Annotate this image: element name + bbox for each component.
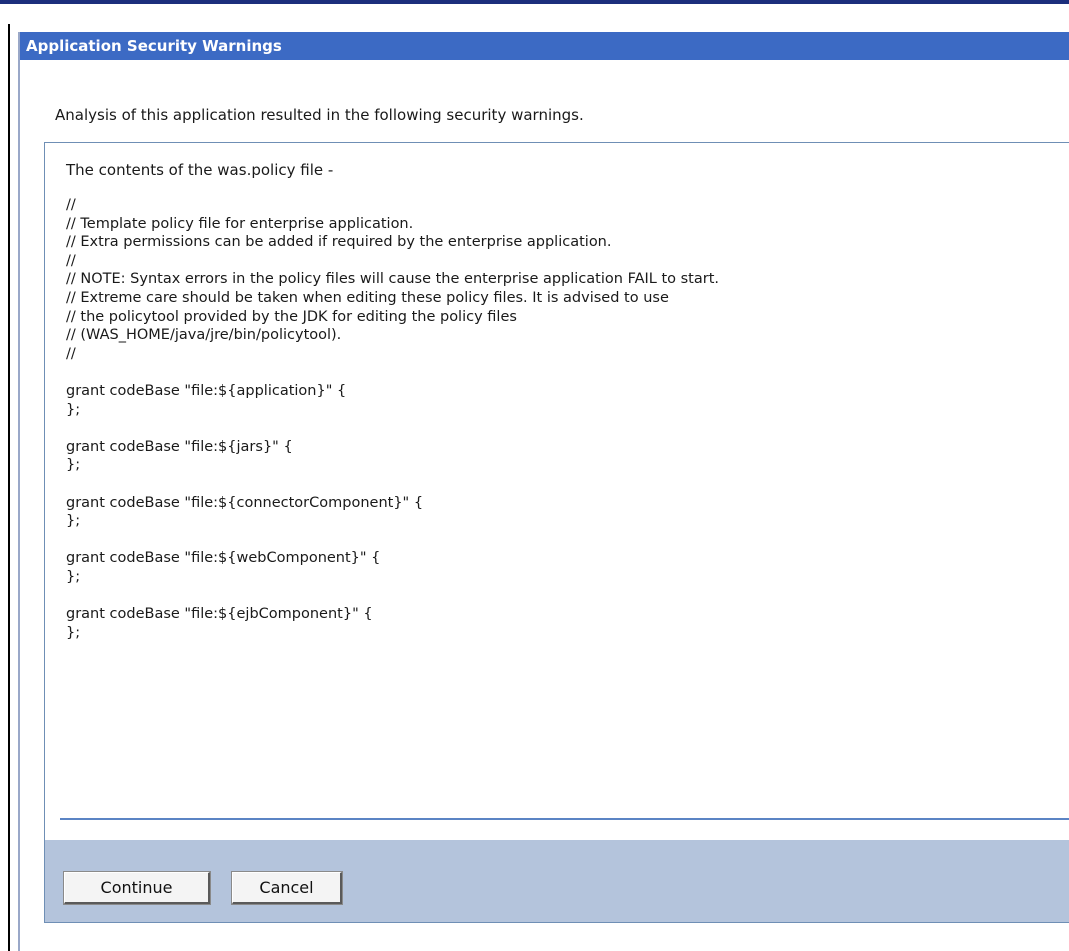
dialog-left-border: [18, 32, 20, 951]
cancel-button[interactable]: Cancel: [231, 871, 343, 905]
panel-separator: [60, 818, 1069, 820]
policy-line: // the policytool provided by the JDK fo…: [66, 308, 517, 325]
policy-line: // NOTE: Syntax errors in the policy fil…: [66, 271, 720, 288]
top-divider: [0, 0, 1069, 4]
policy-heading: The contents of the was.policy file -: [66, 161, 334, 179]
policy-line: };: [66, 401, 81, 418]
policy-line: };: [66, 568, 81, 585]
policy-line: // (WAS_HOME/java/jre/bin/policytool).: [66, 327, 342, 344]
policy-file-contents: // // Template policy file for enterpris…: [66, 196, 719, 642]
policy-line: //: [66, 197, 76, 213]
policy-line: grant codeBase "file:${ejbComponent}" {: [66, 606, 373, 623]
policy-line: //: [66, 252, 76, 269]
policy-line: // Extreme care should be taken when edi…: [66, 289, 669, 306]
policy-line: //: [66, 345, 76, 362]
policy-line: // Template policy file for enterprise a…: [66, 215, 414, 232]
policy-line: };: [66, 624, 81, 641]
policy-line: grant codeBase "file:${application}" {: [66, 382, 347, 399]
policy-line: grant codeBase "file:${jars}" {: [66, 438, 293, 455]
dialog-title: Application Security Warnings: [20, 32, 1069, 60]
continue-button[interactable]: Continue: [63, 871, 211, 905]
policy-line: };: [66, 457, 81, 474]
policy-line: };: [66, 513, 81, 530]
policy-line: grant codeBase "file:${connectorComponen…: [66, 494, 424, 511]
policy-line: grant codeBase "file:${webComponent}" {: [66, 550, 381, 567]
intro-text: Analysis of this application resulted in…: [55, 106, 584, 124]
policy-line: // Extra permissions can be added if req…: [66, 234, 612, 251]
